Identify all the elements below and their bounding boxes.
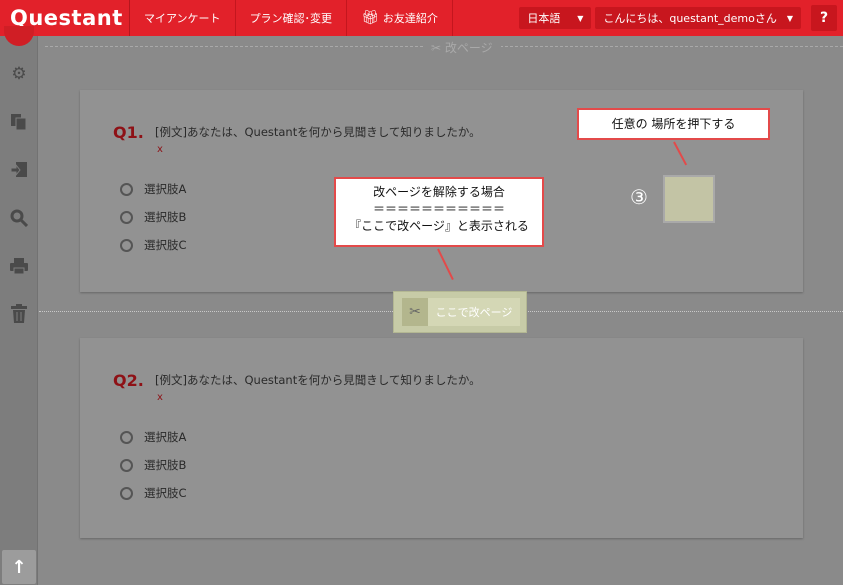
user-menu[interactable]: こんにちは、questant_demoさん ▼: [595, 7, 801, 29]
question-number: Q2.: [113, 371, 144, 390]
radio-button[interactable]: [120, 430, 133, 444]
required-mark: x: [157, 144, 163, 155]
page-break-button-label: ここで改ページ: [428, 298, 520, 326]
radio-button[interactable]: [120, 238, 133, 252]
nav-invite-friends[interactable]: 🎁︎ お友達紹介: [347, 0, 453, 36]
callout-release-page-break: 改ページを解除する場合 ＝＝＝＝＝＝＝＝＝＝＝ 『ここで改ページ』と表示される: [334, 177, 544, 247]
arrow-up-icon[interactable]: ↑: [2, 550, 36, 584]
scissors-icon: ✂: [409, 304, 421, 320]
scissors-icon: ✂: [431, 41, 442, 55]
nav-my-survey[interactable]: マイアンケート: [130, 0, 236, 36]
trash-icon[interactable]: [9, 304, 29, 324]
option-label: 選択肢B: [144, 458, 187, 472]
page-break-marker[interactable]: ✂ 改ページ: [423, 39, 501, 56]
option-row[interactable]: 選択肢C: [120, 237, 187, 253]
required-mark: x: [157, 392, 163, 403]
language-select[interactable]: 日本語 ▼: [519, 7, 592, 29]
click-target-highlight[interactable]: [663, 175, 715, 223]
question-text: [例文]あなたは、Questantを何から見聞きして知りましたか。: [155, 125, 481, 139]
question-card-q2[interactable]: Q2. [例文]あなたは、Questantを何から見聞きして知りましたか。 x …: [80, 338, 803, 538]
page-break-button[interactable]: ✂ ここで改ページ: [393, 291, 527, 333]
nav-my-survey-label: マイアンケート: [144, 12, 221, 25]
option-row[interactable]: 選択肢B: [120, 209, 186, 225]
language-label: 日本語: [527, 12, 561, 25]
question-text: [例文]あなたは、Questantを何から見聞きして知りましたか。: [155, 373, 481, 387]
print-icon[interactable]: [9, 256, 29, 276]
option-label: 選択肢A: [144, 182, 187, 196]
gift-icon: 🎁︎: [361, 10, 379, 26]
callout-title: 改ページを解除する場合: [373, 185, 505, 199]
chevron-down-icon: ▼: [577, 13, 584, 23]
option-row[interactable]: 選択肢A: [120, 181, 186, 197]
nav-plan-label: プラン確認･変更: [249, 12, 333, 25]
move-icon[interactable]: [9, 160, 29, 180]
chevron-down-icon: ▼: [786, 13, 793, 23]
user-greeting: こんにちは、questant_demoさん: [603, 12, 777, 25]
search-icon[interactable]: [9, 208, 29, 228]
option-row[interactable]: 選択肢C: [120, 485, 187, 501]
callout-note: 『ここで改ページ』と表示される: [349, 219, 529, 233]
option-label: 選択肢A: [144, 430, 187, 444]
sidebar: ⚙ ↑: [0, 26, 38, 585]
option-label: 選択肢C: [144, 238, 187, 252]
top-bar: Questant マイアンケート プラン確認･変更 🎁︎ お友達紹介 日本語 ▼ こ…: [0, 0, 843, 36]
callout-press-anywhere: 任意の 場所を押下する: [577, 108, 770, 140]
option-row[interactable]: 選択肢A: [120, 429, 186, 445]
nav-invite-label: お友達紹介: [382, 12, 438, 25]
radio-button[interactable]: [120, 210, 133, 224]
option-row[interactable]: 選択肢B: [120, 457, 186, 473]
step-number: ③: [630, 185, 648, 209]
sidebar-add-button[interactable]: [4, 26, 34, 46]
radio-button[interactable]: [120, 486, 133, 500]
copy-icon[interactable]: [9, 112, 29, 132]
radio-button[interactable]: [120, 458, 133, 472]
gear-icon[interactable]: ⚙: [9, 64, 29, 84]
page-break-label: 改ページ: [444, 41, 493, 55]
help-button[interactable]: ?: [811, 5, 837, 31]
question-number: Q1.: [113, 123, 144, 142]
callout-text: 任意の 場所を押下する: [611, 117, 736, 131]
nav-plan[interactable]: プラン確認･変更: [236, 0, 348, 36]
option-label: 選択肢B: [144, 210, 187, 224]
callout-separator: ＝＝＝＝＝＝＝＝＝＝＝: [372, 202, 505, 216]
radio-button[interactable]: [120, 182, 133, 196]
option-label: 選択肢C: [144, 486, 187, 500]
